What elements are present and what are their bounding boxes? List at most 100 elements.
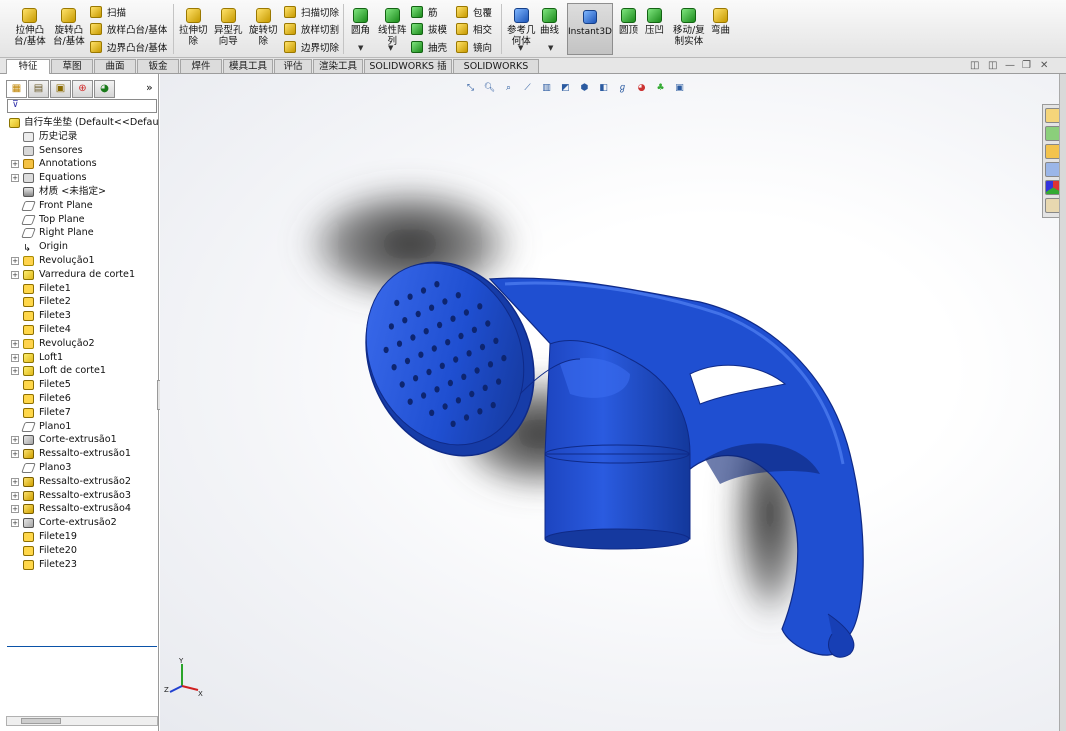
- tree-item[interactable]: + Revolução1: [0, 254, 159, 268]
- display-manager-icon[interactable]: ◕: [94, 80, 115, 98]
- tree-item[interactable]: Plano1: [0, 420, 159, 434]
- mirror-button[interactable]: 镜向: [456, 40, 492, 54]
- pattern-dropdown-icon[interactable]: ▼: [388, 44, 393, 52]
- curves-button[interactable]: 曲线: [540, 8, 559, 36]
- property-manager-icon[interactable]: ▤: [28, 80, 49, 98]
- graphics-viewport[interactable]: ⤡ 🔍︎ ⌕ ⟋ ▥ ◩ ⬢ ◧ ℊ ◕ ♣ ▣ Y X Z: [160, 74, 1059, 731]
- expand-toggle-icon[interactable]: +: [11, 436, 19, 445]
- tree-item[interactable]: Filete6: [0, 392, 159, 406]
- tree-item[interactable]: Top Plane: [0, 213, 159, 227]
- tree-item[interactable]: Sensores: [0, 144, 159, 158]
- tree-item[interactable]: 历史记录: [0, 130, 159, 144]
- scrollbar-thumb[interactable]: [21, 718, 61, 724]
- tree-item[interactable]: + Ressalto-extrusão1: [0, 447, 159, 461]
- tree-item[interactable]: Filete3: [0, 309, 159, 323]
- expand-toggle-icon[interactable]: +: [11, 174, 19, 183]
- tree-item[interactable]: Plano3: [0, 461, 159, 475]
- extrude-cut-button[interactable]: 拉伸切 除: [179, 8, 208, 47]
- tree-item[interactable]: + Loft de corte1: [0, 364, 159, 378]
- tree-rollback-bar[interactable]: [7, 646, 157, 647]
- rib-button[interactable]: 筋: [411, 5, 438, 19]
- expand-toggle-icon[interactable]: +: [11, 353, 19, 362]
- minimize-icon[interactable]: —: [1005, 60, 1015, 71]
- draft-button[interactable]: 拔模: [411, 22, 447, 36]
- tab-evaluate[interactable]: 评估: [274, 59, 312, 73]
- tree-item[interactable]: Front Plane: [0, 199, 159, 213]
- reference-geometry-button[interactable]: 参考几 何体: [507, 8, 536, 47]
- expand-toggle-icon[interactable]: +: [11, 519, 19, 528]
- tree-filter-input[interactable]: ⊽: [7, 99, 157, 113]
- tree-item[interactable]: + Revolução2: [0, 337, 159, 351]
- flex-button[interactable]: 弯曲: [711, 8, 730, 36]
- tile-horizontal-icon[interactable]: ◫: [970, 60, 979, 71]
- horizontal-scrollbar[interactable]: [6, 716, 158, 726]
- curves-dropdown-icon[interactable]: ▼: [548, 44, 553, 52]
- tree-item[interactable]: 材质 <未指定>: [0, 185, 159, 199]
- expand-toggle-icon[interactable]: +: [11, 450, 19, 459]
- sweep-button[interactable]: 扫描: [90, 5, 126, 19]
- tree-item[interactable]: ↳ Origin: [0, 240, 159, 254]
- extrude-boss-button[interactable]: 拉伸凸 台/基体: [14, 8, 46, 47]
- move-copy-body-button[interactable]: 移动/复 制实体: [673, 8, 705, 47]
- tree-item[interactable]: Filete23: [0, 558, 159, 572]
- indent-button[interactable]: 压凹: [645, 8, 664, 36]
- tab-features[interactable]: 特征: [6, 59, 50, 74]
- loft-button[interactable]: 放样凸台/基体: [90, 22, 167, 36]
- dimxpert-icon[interactable]: ⊕: [72, 80, 93, 98]
- expand-toggle-icon[interactable]: +: [11, 270, 19, 279]
- expand-toggle-icon[interactable]: +: [11, 477, 19, 486]
- tree-item[interactable]: Filete1: [0, 282, 159, 296]
- tree-item[interactable]: + Ressalto-extrusão4: [0, 502, 159, 516]
- fillet-dropdown-icon[interactable]: ▼: [358, 44, 363, 52]
- tab-solidworks-addins[interactable]: SOLIDWORKS 插件: [364, 59, 452, 86]
- expand-toggle-icon[interactable]: +: [11, 160, 19, 169]
- tree-item[interactable]: Filete20: [0, 544, 159, 558]
- expand-toggle-icon[interactable]: +: [11, 491, 19, 500]
- wrap-button[interactable]: 包覆: [456, 5, 492, 19]
- tile-vertical-icon[interactable]: ◫: [988, 60, 997, 71]
- expand-toggle-icon[interactable]: +: [11, 367, 19, 376]
- tree-item[interactable]: Filete5: [0, 378, 159, 392]
- tree-root[interactable]: 自行车坐垫 (Default<<Default: [0, 116, 159, 130]
- sweep-cut-button[interactable]: 扫描切除: [284, 5, 339, 19]
- reference-geometry-dropdown-icon[interactable]: ▼: [518, 44, 523, 52]
- revolve-cut-button[interactable]: 旋转切 除: [249, 8, 278, 47]
- tab-sheet-metal[interactable]: 钣金: [137, 59, 179, 73]
- boundary-boss-button[interactable]: 边界凸台/基体: [90, 40, 167, 54]
- tree-item[interactable]: + Ressalto-extrusão3: [0, 489, 159, 503]
- tree-item[interactable]: + Equations: [0, 171, 159, 185]
- tree-item[interactable]: Right Plane: [0, 226, 159, 240]
- shower-head-model[interactable]: [160, 74, 1059, 731]
- tab-render-tools[interactable]: 渲染工具: [313, 59, 363, 73]
- dome-button[interactable]: 圆顶: [619, 8, 638, 36]
- intersect-button[interactable]: 相交: [456, 22, 492, 36]
- tree-item[interactable]: Filete7: [0, 406, 159, 420]
- instant3d-button[interactable]: Instant3D: [567, 3, 613, 55]
- tree-item[interactable]: Filete2: [0, 295, 159, 309]
- restore-icon[interactable]: ❐: [1022, 60, 1031, 71]
- expand-toggle-icon[interactable]: +: [11, 505, 19, 514]
- fillet-button[interactable]: 圆角: [351, 8, 370, 36]
- boundary-cut-button[interactable]: 边界切除: [284, 40, 339, 54]
- tab-mold-tools[interactable]: 模具工具: [223, 59, 273, 73]
- panel-expand-icon[interactable]: »: [146, 81, 153, 94]
- expand-toggle-icon[interactable]: +: [11, 339, 19, 348]
- close-icon[interactable]: ✕: [1040, 60, 1048, 71]
- tree-item[interactable]: Filete4: [0, 323, 159, 337]
- tree-item[interactable]: + Corte-extrusão2: [0, 516, 159, 530]
- tree-item[interactable]: + Ressalto-extrusão2: [0, 475, 159, 489]
- linear-pattern-button[interactable]: 线性阵 列: [378, 8, 407, 47]
- tree-item[interactable]: + Loft1: [0, 351, 159, 365]
- configuration-manager-icon[interactable]: ▣: [50, 80, 71, 98]
- tree-item[interactable]: + Annotations: [0, 157, 159, 171]
- tab-sketch[interactable]: 草图: [51, 59, 93, 73]
- hole-wizard-button[interactable]: 异型孔 向导: [214, 8, 243, 47]
- tree-item[interactable]: + Varredura de corte1: [0, 268, 159, 282]
- loft-cut-button[interactable]: 放样切割: [284, 22, 339, 36]
- feature-manager-icon[interactable]: ▦: [6, 80, 27, 98]
- tab-surfaces[interactable]: 曲面: [94, 59, 136, 73]
- tree-item[interactable]: + Corte-extrusão1: [0, 433, 159, 447]
- shell-button[interactable]: 抽壳: [411, 40, 447, 54]
- tree-item[interactable]: Filete19: [0, 530, 159, 544]
- tab-solidworks-mbd[interactable]: SOLIDWORKS MBD: [453, 59, 539, 86]
